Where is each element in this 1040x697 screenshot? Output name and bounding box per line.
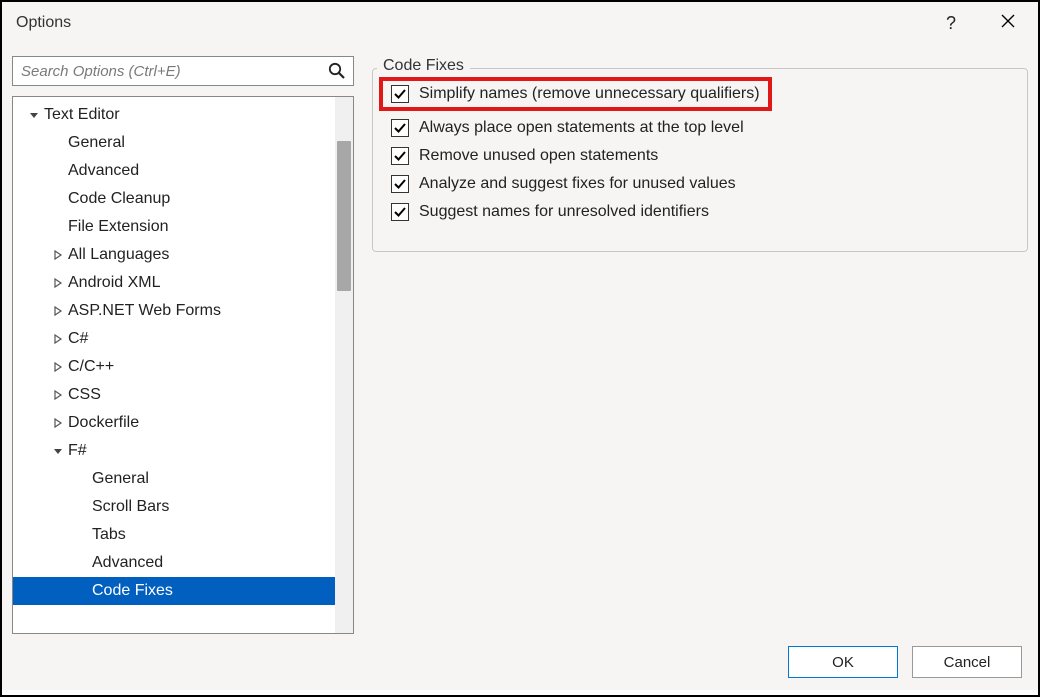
- tree-item-label: Advanced: [92, 554, 353, 572]
- tree-item-label: Android XML: [68, 274, 353, 292]
- tree-item[interactable]: Scroll Bars: [13, 493, 353, 521]
- tree-item[interactable]: F#: [13, 437, 353, 465]
- checkbox[interactable]: [391, 147, 409, 165]
- tree-item[interactable]: All Languages: [13, 241, 353, 269]
- check-row: Remove unused open statements: [391, 147, 1009, 165]
- right-column: Code Fixes Simplify names (remove unnece…: [372, 56, 1028, 634]
- checkbox[interactable]: [391, 203, 409, 221]
- title-buttons: ?: [938, 8, 1024, 39]
- help-button[interactable]: ?: [938, 9, 964, 38]
- tree-item-label: ASP.NET Web Forms: [68, 302, 353, 320]
- tree-item-label: C#: [68, 330, 353, 348]
- tree-container: Text Editor General Advanced Code Cleanup Fi…: [12, 96, 354, 634]
- tree-item-label: General: [68, 134, 353, 152]
- title-bar: Options ?: [2, 2, 1038, 44]
- chevron-down-icon[interactable]: [51, 446, 65, 456]
- close-icon: [1000, 13, 1016, 29]
- tree-item[interactable]: Code Fixes: [13, 577, 353, 605]
- tree-item-label: Dockerfile: [68, 414, 353, 432]
- tree-item-label: Code Fixes: [92, 582, 353, 600]
- check-row: Analyze and suggest fixes for unused val…: [391, 175, 1009, 193]
- check-row: Suggest names for unresolved identifiers: [391, 203, 1009, 221]
- tree-item-label: All Languages: [68, 246, 353, 264]
- chevron-right-icon[interactable]: [51, 362, 65, 372]
- checkbox-label: Remove unused open statements: [419, 147, 658, 165]
- checks-list: Simplify names (remove unnecessary quali…: [391, 77, 1009, 221]
- tree-item[interactable]: Advanced: [13, 157, 353, 185]
- checkbox[interactable]: [391, 175, 409, 193]
- tree-item-label: CSS: [68, 386, 353, 404]
- checkbox-label: Always place open statements at the top …: [419, 119, 744, 137]
- tree-item-label: C/C++: [68, 358, 353, 376]
- tree-item-label: File Extension: [68, 218, 353, 236]
- chevron-right-icon[interactable]: [51, 418, 65, 428]
- chevron-right-icon[interactable]: [51, 250, 65, 260]
- scrollbar-thumb[interactable]: [337, 141, 351, 291]
- chevron-right-icon[interactable]: [51, 334, 65, 344]
- code-fixes-fieldset: Code Fixes Simplify names (remove unnece…: [372, 68, 1028, 252]
- tree-item[interactable]: Dockerfile: [13, 409, 353, 437]
- chevron-right-icon[interactable]: [51, 306, 65, 316]
- left-column: Text Editor General Advanced Code Cleanup Fi…: [12, 56, 354, 634]
- cancel-button[interactable]: Cancel: [912, 646, 1022, 678]
- checkbox-label: Suggest names for unresolved identifiers: [419, 203, 709, 221]
- tree-item[interactable]: CSS: [13, 381, 353, 409]
- chevron-right-icon[interactable]: [51, 278, 65, 288]
- tree-item[interactable]: File Extension: [13, 213, 353, 241]
- search-input[interactable]: [12, 56, 354, 86]
- tree-item[interactable]: Android XML: [13, 269, 353, 297]
- fieldset-legend: Code Fixes: [377, 57, 470, 75]
- tree-item-label: Scroll Bars: [92, 498, 353, 516]
- tree-item[interactable]: Advanced: [13, 549, 353, 577]
- dialog-footer: OK Cancel: [2, 634, 1038, 690]
- tree-item[interactable]: Tabs: [13, 521, 353, 549]
- checkbox[interactable]: [391, 85, 409, 103]
- tree-item[interactable]: General: [13, 465, 353, 493]
- ok-button[interactable]: OK: [788, 646, 898, 678]
- dialog-body: Text Editor General Advanced Code Cleanup Fi…: [2, 44, 1038, 634]
- tree-item-label: Tabs: [92, 526, 353, 544]
- tree-item-label: Code Cleanup: [68, 190, 353, 208]
- checkbox-label: Simplify names (remove unnecessary quali…: [419, 85, 760, 103]
- scrollbar[interactable]: [335, 97, 353, 633]
- close-button[interactable]: [992, 8, 1024, 39]
- tree-item[interactable]: ASP.NET Web Forms: [13, 297, 353, 325]
- tree-item[interactable]: C/C++: [13, 353, 353, 381]
- tree-item[interactable]: General: [13, 129, 353, 157]
- tree-item-label: General: [92, 470, 353, 488]
- chevron-down-icon[interactable]: [27, 110, 41, 120]
- tree-item[interactable]: Text Editor: [13, 101, 353, 129]
- chevron-right-icon[interactable]: [51, 390, 65, 400]
- options-tree[interactable]: Text Editor General Advanced Code Cleanup Fi…: [13, 97, 353, 633]
- tree-item-label: Advanced: [68, 162, 353, 180]
- tree-item-label: Text Editor: [44, 106, 353, 124]
- checkbox-label: Analyze and suggest fixes for unused val…: [419, 175, 736, 193]
- search-wrap: [12, 56, 354, 86]
- window-title: Options: [16, 14, 71, 32]
- checkbox[interactable]: [391, 119, 409, 137]
- tree-item[interactable]: Code Cleanup: [13, 185, 353, 213]
- tree-item[interactable]: C#: [13, 325, 353, 353]
- check-row: Always place open statements at the top …: [391, 119, 1009, 137]
- tree-item-label: F#: [68, 442, 353, 460]
- check-row: Simplify names (remove unnecessary quali…: [379, 77, 772, 111]
